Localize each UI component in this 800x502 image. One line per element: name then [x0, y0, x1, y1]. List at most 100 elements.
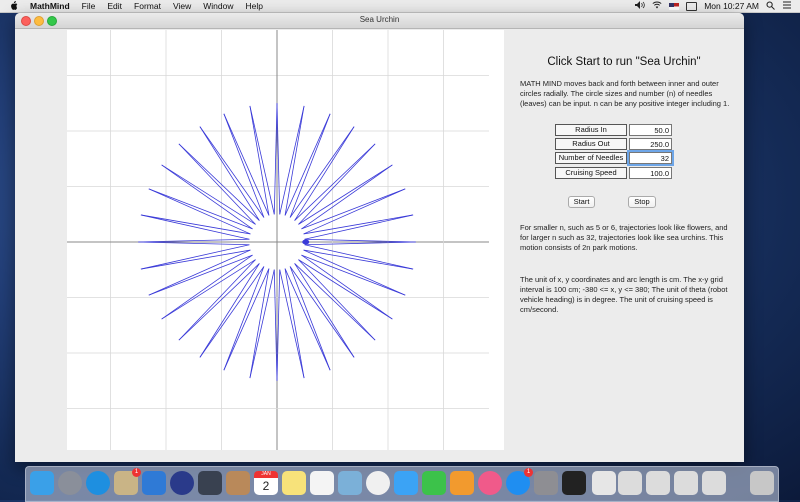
preview-icon[interactable] [338, 471, 362, 495]
volume-icon[interactable] [635, 1, 645, 11]
menu-bar: MathMind File Edit Format View Window He… [0, 0, 800, 13]
dock: 1 JAN 2 1 [25, 466, 779, 502]
needle-return-path [140, 214, 250, 240]
needle-out-path [178, 143, 260, 221]
window-thumb-icon[interactable] [618, 471, 642, 495]
document-icon[interactable] [592, 471, 616, 495]
needle-out-path [289, 266, 355, 358]
apple-icon[interactable] [10, 0, 22, 12]
menu-view[interactable]: View [173, 1, 191, 11]
wifi-icon[interactable] [652, 1, 662, 11]
system-preferences-icon[interactable] [534, 471, 558, 495]
ibooks-icon[interactable] [450, 471, 474, 495]
needle-return-path [289, 266, 331, 371]
needle-out-path [148, 188, 253, 230]
notes-icon[interactable] [282, 471, 306, 495]
stop-button[interactable]: Stop [628, 196, 656, 208]
description-intro: MATH MIND moves back and forth between i… [520, 79, 730, 108]
needle-return-path [284, 268, 305, 379]
app-store-icon[interactable]: 1 [506, 468, 533, 495]
calendar-month: JAN [254, 471, 278, 478]
description-shapes: For smaller n, such as 5 or 6, trajector… [520, 223, 728, 252]
needle-out-path [161, 254, 253, 320]
messages-icon[interactable] [394, 471, 418, 495]
needle-out-path [178, 259, 256, 341]
needle-return-path [178, 143, 256, 225]
needle-return-path [298, 259, 376, 341]
menu-edit[interactable]: Edit [107, 1, 122, 11]
trash-icon[interactable] [750, 471, 774, 495]
needle-out-path [301, 164, 393, 230]
start-button[interactable]: Start [568, 196, 595, 208]
title-bar[interactable]: Sea Urchin [15, 13, 744, 29]
menu-app-name[interactable]: MathMind [30, 1, 70, 11]
radius-out-label: Radius Out [555, 138, 627, 150]
network-utility-icon[interactable] [170, 471, 194, 495]
needle-return-path [289, 126, 355, 218]
description-units: The unit of x, y coordinates and arc len… [520, 275, 728, 314]
needle-return-path [161, 164, 253, 230]
xcode-icon[interactable] [142, 471, 166, 495]
reminders-icon[interactable] [310, 471, 334, 495]
needle-out-path [199, 126, 265, 218]
panel-heading: Click Start to run "Sea Urchin" [547, 56, 701, 68]
needle-out-path [249, 105, 275, 215]
robot-marker [302, 239, 310, 245]
needle-out-path [301, 254, 406, 296]
menu-format[interactable]: Format [134, 1, 161, 11]
window-thumb-icon[interactable] [646, 471, 670, 495]
cruising-speed-input[interactable] [629, 167, 672, 179]
menu-help[interactable]: Help [245, 1, 262, 11]
needles-input[interactable] [627, 150, 674, 166]
needle-out-path [294, 263, 376, 341]
needle-return-path [279, 105, 305, 215]
plot-canvas[interactable] [67, 30, 504, 450]
needle-return-path [301, 254, 393, 320]
needle-out-path [298, 143, 376, 225]
terminal-icon[interactable] [562, 471, 586, 495]
window-title: Sea Urchin [359, 15, 400, 24]
needle-return-path [178, 263, 260, 341]
needle-return-path [303, 214, 414, 235]
needle-return-path [294, 143, 376, 221]
photos-icon[interactable] [366, 471, 390, 495]
calendar-day: 2 [262, 479, 270, 493]
needle-out-path [140, 214, 251, 235]
search-icon[interactable] [766, 1, 775, 12]
sea-urchin-plot [67, 30, 489, 450]
needle-return-path [249, 269, 275, 379]
radius-in-input[interactable] [629, 124, 672, 136]
needle-return-path [148, 254, 253, 296]
needles-label: Number of Needles [555, 152, 627, 164]
radius-out-input[interactable] [629, 138, 672, 150]
control-center-icon[interactable] [782, 1, 792, 11]
battery-icon[interactable] [686, 1, 698, 11]
needle-out-path [284, 105, 305, 216]
facetime-icon[interactable] [422, 471, 446, 495]
calendar-icon[interactable]: JAN 2 [254, 471, 278, 495]
needle-out-path [279, 269, 305, 379]
needle-return-path [249, 105, 270, 216]
itunes-icon[interactable] [478, 471, 502, 495]
finder-icon[interactable] [30, 471, 54, 495]
launchpad-icon[interactable] [58, 471, 82, 495]
menu-file[interactable]: File [82, 1, 96, 11]
needle-out-path [303, 249, 414, 270]
contacts-icon[interactable] [226, 471, 250, 495]
safari-icon[interactable] [86, 471, 110, 495]
clock[interactable]: Mon 10:27 AM [704, 1, 759, 11]
flag-icon[interactable] [669, 2, 680, 10]
needle-out-path [140, 244, 250, 270]
notification-badge: 1 [132, 468, 141, 477]
notification-badge: 1 [524, 468, 533, 477]
feather-pen-icon[interactable] [198, 471, 222, 495]
menu-window[interactable]: Window [203, 1, 233, 11]
photo-app-icon[interactable]: 1 [114, 468, 141, 495]
window-thumb-icon[interactable] [702, 471, 726, 495]
window-thumb-icon[interactable] [674, 471, 698, 495]
needle-out-path [289, 113, 331, 218]
radius-in-label: Radius In [555, 124, 627, 136]
needle-return-path [304, 244, 414, 270]
needle-out-path [304, 214, 414, 240]
cruising-speed-label: Cruising Speed [555, 167, 627, 179]
